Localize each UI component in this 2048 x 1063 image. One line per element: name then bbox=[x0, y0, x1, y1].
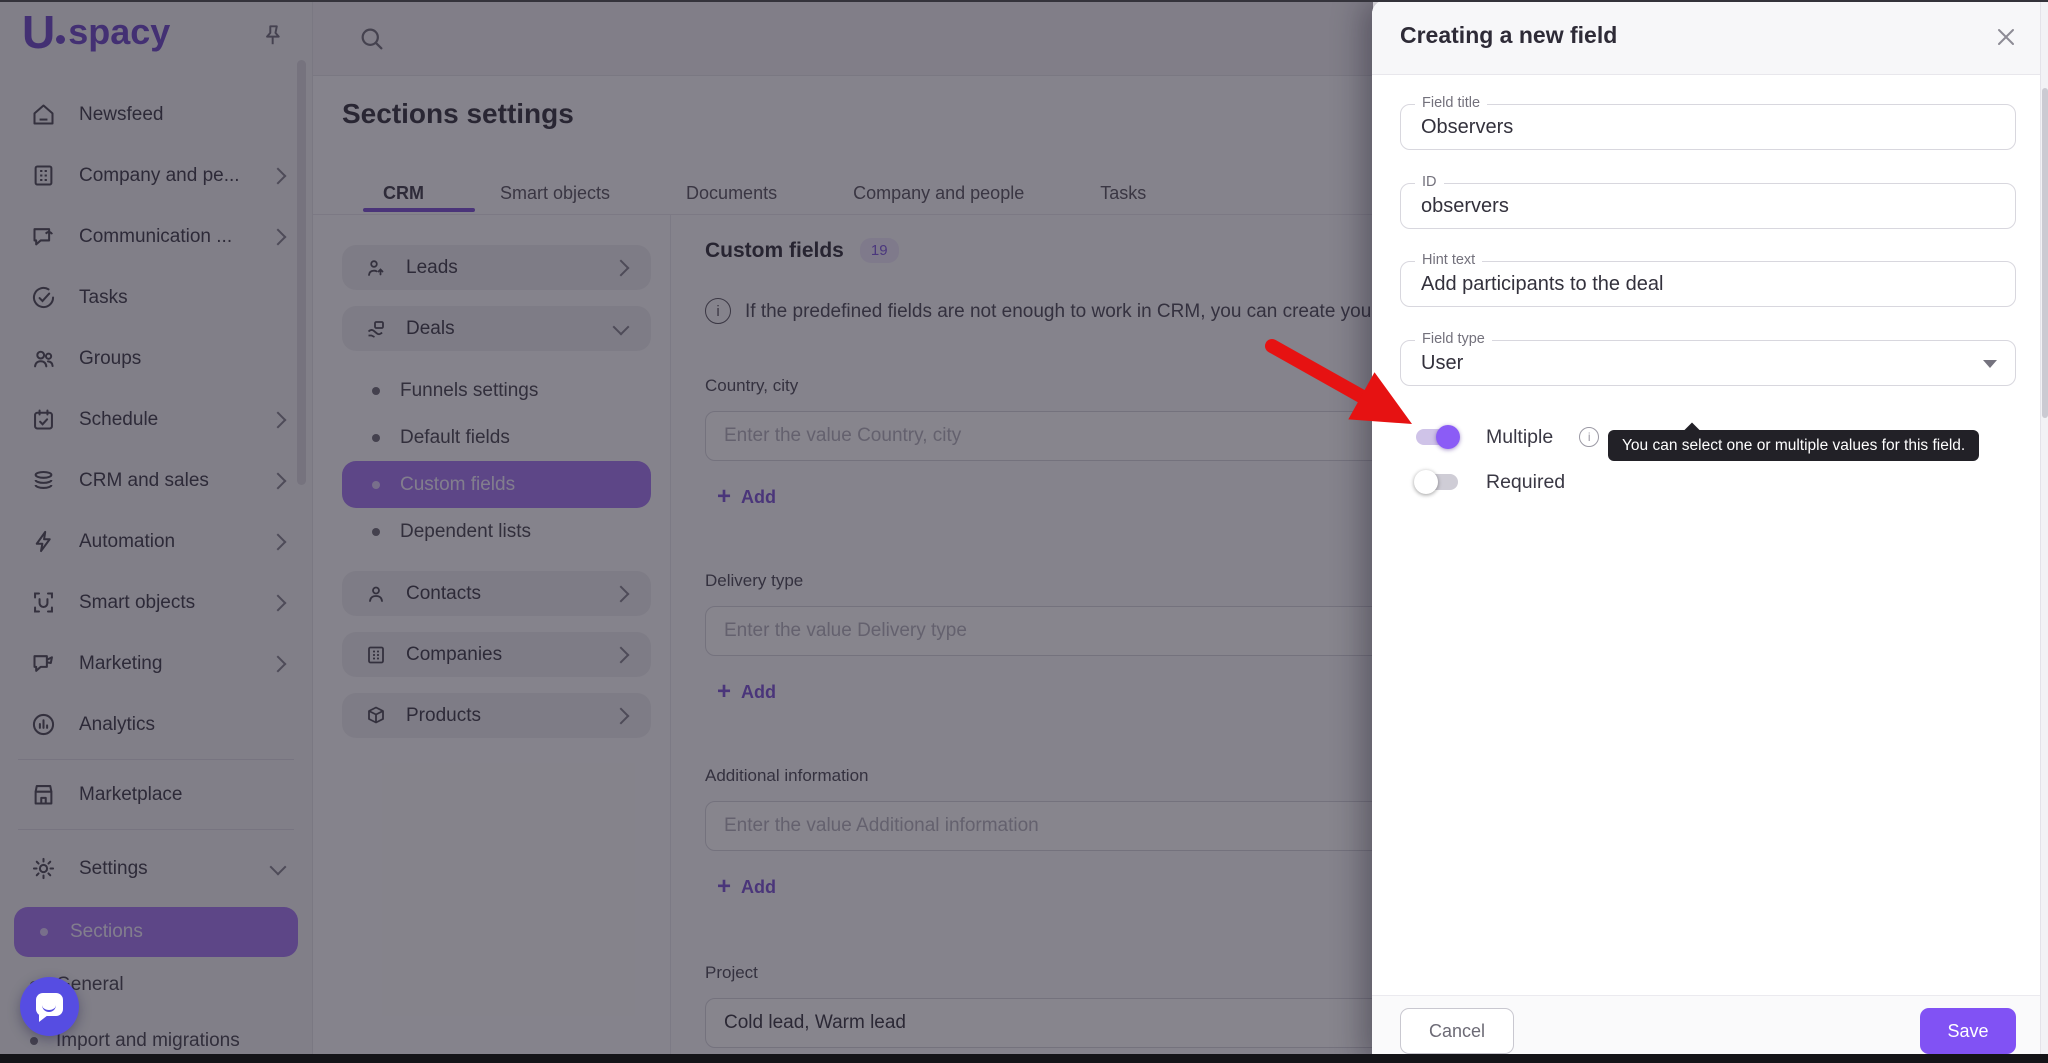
modal-footer: Cancel Save bbox=[1372, 995, 2048, 1063]
hint-text-label: Hint text bbox=[1415, 252, 1482, 268]
required-toggle[interactable] bbox=[1414, 470, 1460, 494]
field-title-group: Field title bbox=[1400, 104, 2016, 150]
chat-launcher-button[interactable] bbox=[20, 977, 79, 1036]
modal-title: Creating a new field bbox=[1400, 22, 1617, 49]
field-title-input[interactable] bbox=[1401, 105, 2015, 149]
cancel-button[interactable]: Cancel bbox=[1400, 1008, 1514, 1054]
hint-text-group: Hint text bbox=[1400, 261, 2016, 307]
dropdown-caret-icon[interactable] bbox=[1983, 360, 1997, 368]
window-bottom-edge bbox=[0, 1054, 2048, 1063]
modal-backdrop bbox=[0, 0, 1373, 1063]
required-toggle-label: Required bbox=[1486, 471, 1565, 494]
app-root: U spacy Newsfeed Company and pe... Commu… bbox=[0, 0, 2048, 1063]
required-toggle-row: Required bbox=[1414, 470, 1565, 494]
modal-scrollbar-thumb[interactable] bbox=[2042, 88, 2048, 418]
modal-scrollbar[interactable] bbox=[2040, 0, 2048, 1063]
multiple-tooltip: You can select one or multiple values fo… bbox=[1608, 430, 1979, 461]
field-type-select[interactable] bbox=[1401, 341, 2015, 385]
field-type-group: Field type bbox=[1400, 340, 2016, 386]
multiple-toggle[interactable] bbox=[1414, 425, 1460, 449]
field-id-group: ID bbox=[1400, 183, 2016, 229]
chat-bubble-icon bbox=[36, 993, 63, 1016]
field-id-input[interactable] bbox=[1401, 184, 2015, 228]
hint-text-input[interactable] bbox=[1401, 262, 2015, 306]
tooltip-text: You can select one or multiple values fo… bbox=[1622, 437, 1965, 454]
save-button[interactable]: Save bbox=[1920, 1008, 2016, 1054]
window-top-edge bbox=[0, 0, 2048, 2]
multiple-toggle-label: Multiple bbox=[1486, 426, 1553, 449]
multiple-toggle-row: Multiple i bbox=[1414, 425, 1599, 449]
field-title-label: Field title bbox=[1415, 95, 1487, 111]
modal-header: Creating a new field bbox=[1372, 0, 2048, 75]
multiple-info-icon[interactable]: i bbox=[1579, 427, 1599, 447]
field-id-label: ID bbox=[1415, 174, 1444, 190]
creating-new-field-modal: Creating a new field Field title ID Hint… bbox=[1372, 0, 2048, 1063]
close-icon[interactable] bbox=[1994, 25, 2018, 49]
field-type-label: Field type bbox=[1415, 331, 1492, 347]
